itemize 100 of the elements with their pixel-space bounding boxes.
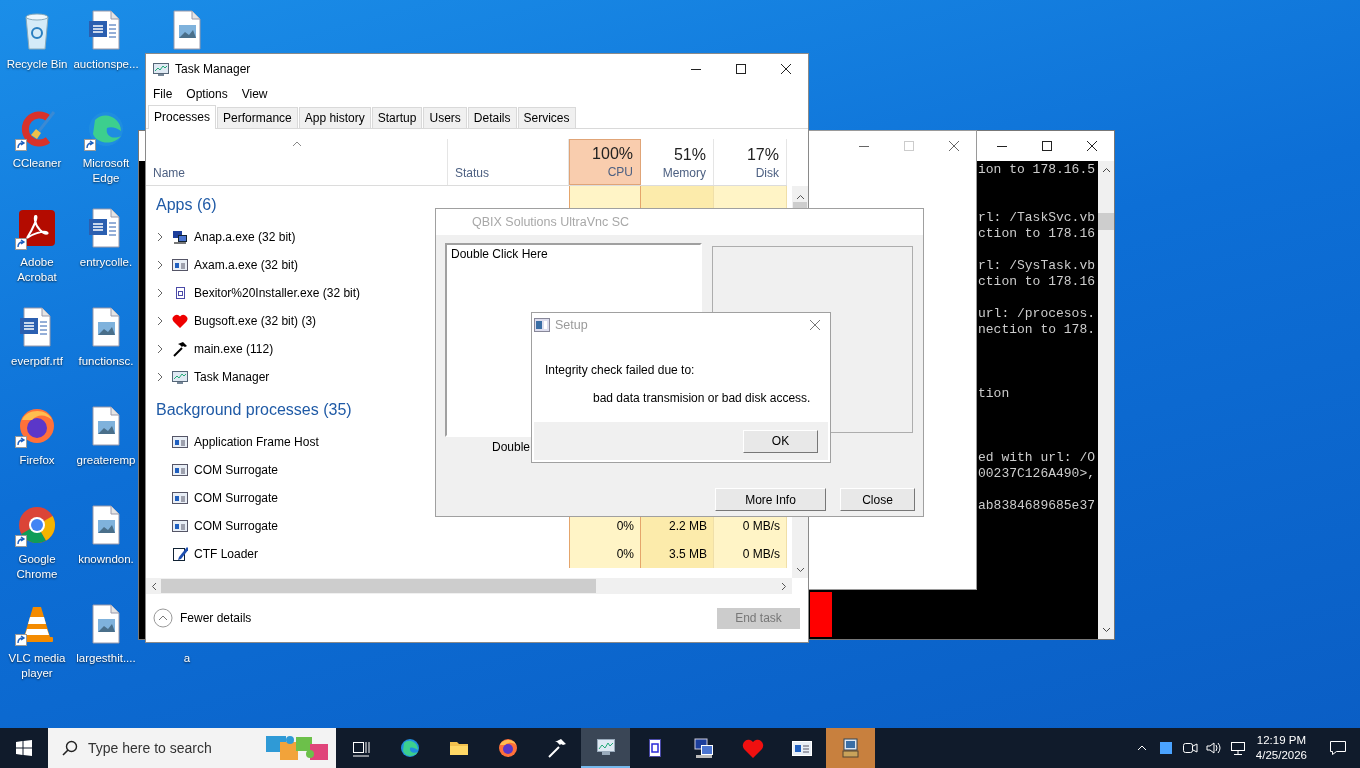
group-heading: Apps (6) bbox=[155, 195, 218, 214]
desktop-icon[interactable]: everpdf.rtf bbox=[11, 305, 63, 369]
app-window-icon bbox=[172, 434, 188, 450]
dialog-button[interactable]: Close bbox=[840, 488, 915, 511]
monitor-graph-icon bbox=[153, 60, 169, 77]
process-name[interactable]: COM Surrogate bbox=[194, 463, 279, 477]
column-header[interactable]: Name bbox=[146, 139, 448, 185]
desktop-icon[interactable]: CCleaner bbox=[12, 107, 62, 171]
installer-icon bbox=[839, 737, 862, 759]
taskbar-button[interactable] bbox=[581, 728, 630, 768]
tab[interactable]: App history bbox=[298, 107, 371, 128]
network-icon bbox=[1229, 740, 1246, 756]
clock[interactable]: 12:19 PM 4/25/2026 bbox=[1249, 733, 1316, 763]
console-line: rl: /SysTask.vb bbox=[978, 258, 1096, 274]
fewer-details-link[interactable]: Fewer details bbox=[153, 608, 252, 628]
app-window-icon bbox=[172, 462, 188, 478]
scrollbar[interactable] bbox=[1098, 161, 1114, 639]
process-name[interactable]: Task Manager bbox=[194, 370, 270, 384]
list-item[interactable]: Double Click Here bbox=[451, 247, 696, 261]
dialog-button[interactable]: More Info bbox=[715, 488, 826, 511]
console-line: ed with url: /O bbox=[978, 450, 1096, 466]
heart-icon bbox=[172, 313, 188, 329]
tab[interactable]: Performance bbox=[217, 107, 298, 128]
desktop-icon[interactable]: VLC media player bbox=[1, 602, 73, 681]
app-window-icon bbox=[172, 257, 188, 273]
notepad-pen-icon bbox=[172, 546, 188, 562]
scroll-up-icon bbox=[1101, 167, 1111, 173]
process-name[interactable]: Application Frame Host bbox=[194, 435, 319, 449]
desktop-icon[interactable]: knowndon. bbox=[78, 503, 134, 567]
desktop-icon[interactable]: Firefox bbox=[15, 404, 59, 468]
scroll-left-icon bbox=[151, 581, 157, 591]
caption-label: Double bbox=[492, 440, 531, 454]
console-line: ion to 178.16.5 bbox=[978, 162, 1096, 178]
scroll-thumb[interactable] bbox=[161, 579, 596, 593]
scroll-down-icon bbox=[1101, 627, 1111, 633]
close-icon bbox=[780, 63, 791, 74]
speech-bubble-icon bbox=[1329, 740, 1347, 756]
windows-logo-icon bbox=[16, 740, 32, 756]
console-line: ab8384689685e37 bbox=[978, 498, 1096, 514]
desktop-icon[interactable]: auctionspe... bbox=[73, 8, 139, 72]
column-header[interactable]: 51% Memory bbox=[641, 139, 714, 185]
table-cell: 3.5 MB bbox=[641, 540, 714, 568]
puzzle-icon bbox=[266, 734, 328, 762]
scroll-right-icon bbox=[781, 581, 787, 591]
sort-caret-icon bbox=[291, 141, 302, 147]
close-icon bbox=[1086, 141, 1097, 151]
tab[interactable]: Processes bbox=[148, 105, 217, 129]
process-name[interactable]: Bugsoft.exe (32 bit) (3) bbox=[194, 314, 317, 328]
process-name[interactable]: main.exe (112) bbox=[194, 342, 274, 356]
console-line: rl: /TaskSvc.vb bbox=[978, 210, 1096, 226]
desktop-icon[interactable]: Recycle Bin bbox=[6, 8, 68, 72]
console-selection bbox=[810, 592, 832, 637]
pdf-icon bbox=[16, 207, 58, 249]
desktop-icon[interactable]: Microsoft Edge bbox=[74, 107, 138, 186]
process-name[interactable]: Anap.a.exe (32 bit) bbox=[194, 230, 296, 244]
process-name[interactable]: COM Surrogate bbox=[194, 491, 279, 505]
menu-item[interactable]: File bbox=[152, 87, 174, 101]
setup-window-icon bbox=[534, 318, 550, 332]
ok-button[interactable]: OK bbox=[743, 429, 818, 453]
scrollbar[interactable] bbox=[146, 578, 792, 594]
hammer-icon bbox=[172, 341, 188, 357]
process-name[interactable]: CTF Loader bbox=[194, 547, 259, 561]
column-header[interactable]: 17% Disk bbox=[714, 139, 787, 185]
desktop-icon[interactable]: Adobe Acrobat bbox=[1, 206, 73, 285]
desktop-icon[interactable]: functionsc. bbox=[78, 305, 134, 369]
window-title: Task Manager bbox=[175, 61, 251, 76]
column-header[interactable]: 100% CPU bbox=[569, 139, 641, 185]
computers-icon bbox=[172, 229, 188, 245]
console-line: ction to 178.16 bbox=[978, 274, 1096, 290]
maximize-icon bbox=[903, 141, 914, 151]
menu-item[interactable]: View bbox=[240, 87, 269, 101]
window-title: QBIX Solutions UltraVnc SC bbox=[472, 215, 629, 229]
chrome-ball-icon bbox=[16, 504, 58, 546]
desktop-icon[interactable]: greateremp bbox=[76, 404, 136, 468]
tab[interactable]: Details bbox=[467, 107, 517, 128]
desktop-icon[interactable]: Google Chrome bbox=[1, 503, 73, 582]
desktop-icon[interactable]: entrycolle. bbox=[79, 206, 133, 270]
chevron-up-icon bbox=[1136, 745, 1147, 751]
heart-icon bbox=[741, 737, 764, 759]
scroll-up-icon bbox=[795, 194, 805, 200]
swirl-globe-icon bbox=[398, 737, 421, 759]
monitor-graph-icon bbox=[594, 736, 617, 758]
close-icon bbox=[948, 141, 959, 151]
menu-item[interactable]: Options bbox=[185, 87, 229, 101]
scroll-thumb[interactable] bbox=[1098, 213, 1114, 230]
search-field[interactable]: Type here to search bbox=[48, 728, 336, 768]
desktop-icon[interactable]: largesthit.... bbox=[76, 602, 136, 666]
desktop-icon[interactable]: a bbox=[183, 646, 191, 666]
process-name[interactable]: Bexitor%20Installer.exe (32 bit) bbox=[194, 286, 361, 300]
tab[interactable]: Services bbox=[517, 107, 576, 128]
tab[interactable]: Users bbox=[423, 107, 467, 128]
process-name[interactable]: COM Surrogate bbox=[194, 519, 279, 533]
close-icon bbox=[809, 319, 821, 331]
scroll-down-icon bbox=[795, 567, 805, 573]
process-name[interactable]: Axam.a.exe (32 bit) bbox=[194, 258, 299, 272]
console-line: url: /procesos. bbox=[978, 306, 1096, 322]
monitor-graph-icon bbox=[172, 369, 188, 385]
tab[interactable]: Startup bbox=[371, 107, 423, 128]
table-cell: 0% bbox=[569, 540, 641, 568]
console-line: ction to 178.16 bbox=[978, 226, 1096, 242]
